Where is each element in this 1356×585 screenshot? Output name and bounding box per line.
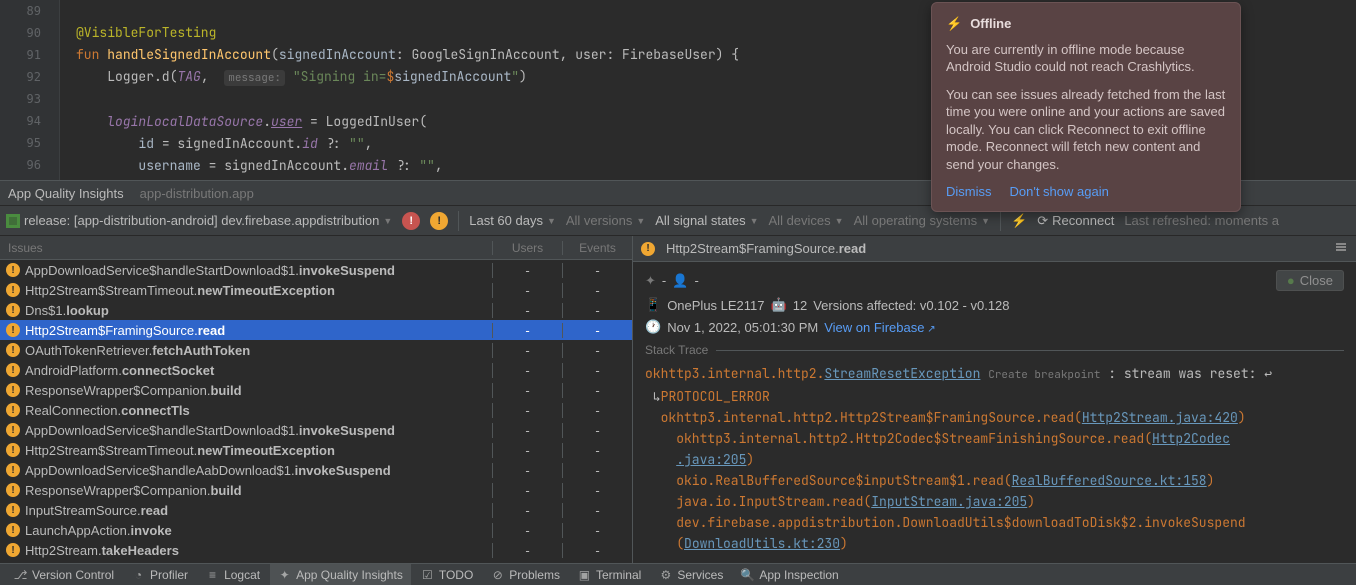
col-issues[interactable]: Issues — [0, 241, 492, 255]
detail-title: Http2Stream$FramingSource.read — [666, 241, 866, 256]
device-name: OnePlus LE2117 — [667, 298, 764, 313]
clock-icon: 🕐 — [645, 319, 661, 335]
line-gutter: 899091929394959697 — [0, 0, 60, 180]
warning-icon: ! — [6, 423, 20, 437]
issue-row[interactable]: !AppDownloadService$handleStartDownload$… — [0, 420, 632, 440]
warning-icon: ! — [6, 303, 20, 317]
tool-tab-logcat[interactable]: ≡Logcat — [198, 564, 268, 585]
warning-icon: ! — [6, 503, 20, 517]
versions-filter[interactable]: All versions▼ — [566, 213, 645, 228]
warning-icon: ! — [6, 483, 20, 497]
devices-filter[interactable]: All devices▼ — [769, 213, 844, 228]
reconnect-button[interactable]: ⟳ Reconnect — [1037, 213, 1114, 229]
popup-text-2: You can see issues already fetched from … — [946, 86, 1226, 174]
versions-affected: Versions affected: v0.102 - v0.128 — [813, 298, 1009, 313]
panel-subtitle: app-distribution.app — [140, 186, 254, 201]
refresh-icon: ⟳ — [1037, 213, 1048, 229]
chevron-down-icon: ▼ — [383, 216, 392, 226]
col-events[interactable]: Events — [562, 241, 632, 255]
col-users[interactable]: Users — [492, 241, 562, 255]
issues-list-pane: Issues Users Events !AppDownloadService$… — [0, 236, 633, 564]
user-icon: 👤 — [672, 273, 688, 289]
tool-tab-version-control[interactable]: ⎇Version Control — [6, 564, 122, 585]
tool-tab-services[interactable]: ⚙Services — [651, 564, 731, 585]
bottom-tool-window-bar: ⎇Version Control◔Profiler≡Logcat✦App Qua… — [0, 563, 1356, 585]
warning-icon: ! — [6, 403, 20, 417]
view-on-firebase-link[interactable]: View on Firebase — [824, 320, 935, 335]
warning-icon: ! — [6, 283, 20, 297]
tool-tab-problems[interactable]: ⊘Problems — [483, 564, 568, 585]
offline-notification: ⚡ Offline You are currently in offline m… — [931, 2, 1241, 212]
device-icon: 📱 — [645, 297, 661, 313]
warning-icon: ! — [6, 543, 20, 557]
module-selector[interactable]: release: [app-distribution-android] dev.… — [6, 213, 392, 228]
issue-detail-pane: ! Http2Stream$FramingSource.read ✦ - 👤 -… — [633, 236, 1356, 564]
issues-panel: Issues Users Events !AppDownloadService$… — [0, 236, 1356, 564]
detail-settings-icon[interactable] — [1334, 240, 1348, 257]
api-level: 12 — [793, 298, 807, 313]
issue-row[interactable]: !Http2Stream$StreamTimeout.newTimeoutExc… — [0, 280, 632, 300]
check-icon: ● — [1287, 273, 1295, 288]
tool-tab-app-inspection[interactable]: 🔍App Inspection — [733, 564, 846, 585]
warning-icon: ! — [6, 363, 20, 377]
popup-title: Offline — [970, 15, 1011, 33]
tool-tab-terminal[interactable]: ▣Terminal — [570, 564, 649, 585]
panel-title: App Quality Insights — [8, 186, 124, 201]
last-refreshed-label: Last refreshed: moments a — [1124, 213, 1279, 228]
event-date: Nov 1, 2022, 05:01:30 PM — [667, 320, 818, 335]
issue-row[interactable]: !Http2Stream$StreamTimeout.newTimeoutExc… — [0, 440, 632, 460]
module-icon — [6, 214, 20, 228]
issue-row[interactable]: !ResponseWrapper$Companion.build-- — [0, 380, 632, 400]
issue-row[interactable]: !InputStreamSource.read-- — [0, 500, 632, 520]
os-filter[interactable]: All operating systems▼ — [854, 213, 990, 228]
issue-row[interactable]: !Http2Stream.takeHeaders-- — [0, 540, 632, 560]
offline-bolt-icon: ⚡ — [946, 15, 962, 33]
issue-row[interactable]: !AndroidPlatform.connectSocket-- — [0, 360, 632, 380]
offline-icon: ⚡ — [1011, 213, 1027, 229]
warning-icon: ! — [6, 443, 20, 457]
tool-tab-profiler[interactable]: ◔Profiler — [124, 564, 196, 585]
issues-list[interactable]: !AppDownloadService$handleStartDownload$… — [0, 260, 632, 564]
android-icon: 🤖 — [771, 297, 787, 313]
stack-trace[interactable]: okhttp3.internal.http2.StreamResetExcept… — [645, 363, 1344, 554]
popup-text-1: You are currently in offline mode becaus… — [946, 41, 1226, 76]
warning-icon: ! — [6, 343, 20, 357]
close-button[interactable]: ● Close — [1276, 270, 1344, 291]
warning-icon: ! — [6, 323, 20, 337]
issue-row[interactable]: !OAuthTokenRetriever.fetchAuthToken-- — [0, 340, 632, 360]
detail-header: ! Http2Stream$FramingSource.read — [633, 236, 1356, 262]
time-filter[interactable]: Last 60 days▼ — [469, 213, 556, 228]
issue-row[interactable]: !AppDownloadService$handleStartDownload$… — [0, 260, 632, 280]
fatal-filter-icon[interactable]: ! — [402, 212, 420, 230]
dismiss-link[interactable]: Dismiss — [946, 183, 992, 201]
issue-row[interactable]: !Dns$1.lookup-- — [0, 300, 632, 320]
dont-show-again-link[interactable]: Don't show again — [1010, 183, 1109, 201]
issue-row[interactable]: !LaunchAppAction.invoke-- — [0, 520, 632, 540]
nonfatal-filter-icon[interactable]: ! — [430, 212, 448, 230]
issues-table-header: Issues Users Events — [0, 236, 632, 260]
warning-icon: ! — [6, 523, 20, 537]
issue-row[interactable]: !ResponseWrapper$Companion.build-- — [0, 480, 632, 500]
issue-row[interactable]: !Http2Stream$FramingSource.read-- — [0, 320, 632, 340]
issue-row[interactable]: !RealConnection.connectTls-- — [0, 400, 632, 420]
warning-icon: ! — [6, 383, 20, 397]
tool-tab-todo[interactable]: ☑TODO — [413, 564, 481, 585]
detail-body: ✦ - 👤 - ● Close 📱 OnePlus LE2117 🤖 12 Ve… — [633, 262, 1356, 564]
warning-icon: ! — [6, 463, 20, 477]
warning-icon: ! — [641, 242, 655, 256]
signals-filter[interactable]: All signal states▼ — [655, 213, 758, 228]
issue-row[interactable]: !AppDownloadService$handleAabDownload$1.… — [0, 460, 632, 480]
warning-icon: ! — [6, 263, 20, 277]
sparkle-icon: ✦ — [645, 273, 656, 289]
stack-trace-title: Stack Trace — [645, 343, 1344, 357]
tool-tab-app-quality-insights[interactable]: ✦App Quality Insights — [270, 564, 411, 585]
